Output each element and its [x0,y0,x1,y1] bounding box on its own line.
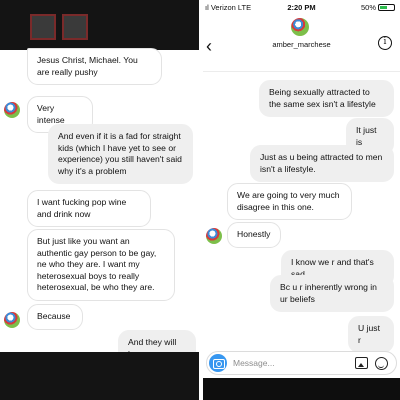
message-bubble-outgoing: And even if it is a fad for straight kid… [48,124,193,184]
message-input[interactable]: Message... [233,358,275,368]
top-dark-bar [0,0,199,50]
bottom-dark-bar [0,352,199,400]
chat-header: ‹ amber_marchese i [203,14,400,72]
message-bubble-incoming: We are going to very much disagree in th… [227,183,352,220]
message-bubble-incoming: Honestly [227,222,281,248]
avatar [4,312,20,328]
info-icon[interactable]: i [378,36,392,50]
message-bubble-outgoing: Bc u r inherently wrong in ur beliefs [270,275,394,312]
status-bar: ıl Verizon LTE 2:20 PM 50% [203,0,400,14]
chat-username[interactable]: amber_marchese [203,40,400,49]
message-bubble-outgoing: Just as u being attracted to men isn't a… [250,145,394,182]
thumbnail-image [62,14,88,40]
right-chat-panel: ıl Verizon LTE 2:20 PM 50% ‹ amber_march… [203,0,400,400]
message-composer[interactable]: Message... [206,351,397,375]
left-chat-panel: Jesus Christ, Michael. You are really pu… [0,0,199,400]
message-bubble-incoming: But just like you want an authentic gay … [27,229,175,301]
bottom-dark-bar [203,378,400,400]
message-bubble-incoming: I want fucking pop wine and drink now [27,190,151,227]
avatar [4,102,20,118]
thumbnail-image [30,14,56,40]
battery-fill [380,6,387,9]
message-bubble-incoming: Jesus Christ, Michael. You are really pu… [27,48,162,85]
battery-percent: 50% [360,3,376,12]
header-avatar[interactable] [291,18,309,36]
avatar [206,228,222,244]
message-bubble-outgoing: U just r [348,316,394,353]
sticker-icon[interactable] [375,357,388,370]
message-bubble-incoming: Because [27,304,83,330]
message-bubble-outgoing: Being sexually attracted to the same sex… [259,80,394,117]
camera-icon[interactable] [209,354,227,372]
battery-icon [378,4,395,11]
gallery-icon[interactable] [355,357,368,369]
